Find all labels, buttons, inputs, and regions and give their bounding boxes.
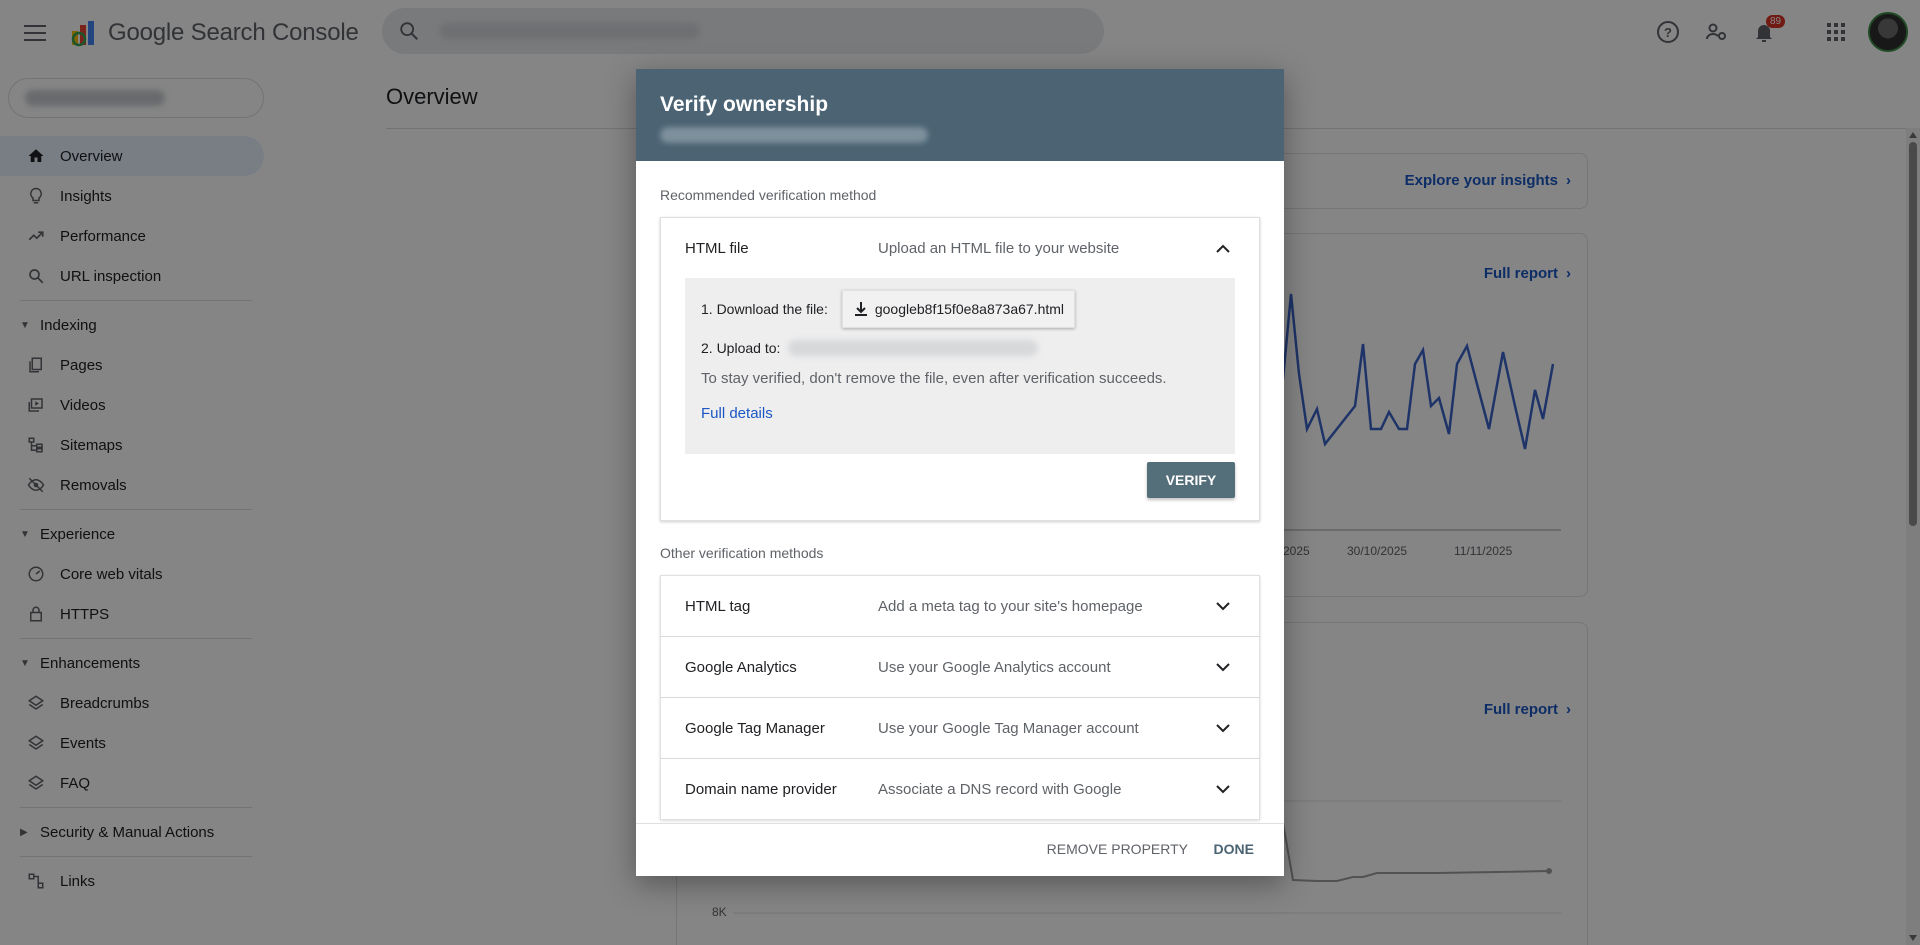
verify-button[interactable]: VERIFY: [1147, 462, 1235, 498]
method-html-tag[interactable]: HTML tag Add a meta tag to your site's h…: [660, 575, 1260, 637]
dialog-title: Verify ownership: [660, 93, 829, 116]
step-label: 2. Upload to:: [701, 340, 781, 356]
full-details-link[interactable]: Full details: [701, 405, 773, 422]
method-header-html-file[interactable]: HTML file Upload an HTML file to your we…: [661, 218, 1259, 278]
dialog-footer: REMOVE PROPERTY DONE: [636, 823, 1284, 876]
method-name: Domain name provider: [685, 780, 837, 798]
method-detail-panel: 1. Download the file: googleb8f15f0e8a87…: [685, 278, 1235, 454]
method-desc: Add a meta tag to your site's homepage: [878, 597, 1143, 615]
other-methods-label: Other verification methods: [660, 545, 824, 561]
download-file-button[interactable]: googleb8f15f0e8a873a67.html: [841, 290, 1076, 328]
recommended-method-card: HTML file Upload an HTML file to your we…: [660, 217, 1260, 521]
step-download: 1. Download the file: googleb8f15f0e8a87…: [701, 290, 1219, 328]
dialog-header: Verify ownership: [636, 69, 1284, 161]
dialog-body: Recommended verification method HTML fil…: [636, 161, 1284, 823]
method-name: Google Tag Manager: [685, 719, 825, 737]
method-google-tag-manager[interactable]: Google Tag Manager Use your Google Tag M…: [660, 698, 1260, 759]
method-google-analytics[interactable]: Google Analytics Use your Google Analyti…: [660, 637, 1260, 698]
remove-property-button[interactable]: REMOVE PROPERTY: [1047, 841, 1188, 857]
step-label: 1. Download the file:: [701, 301, 828, 317]
method-name: Google Analytics: [685, 658, 797, 676]
method-name: HTML tag: [685, 597, 751, 615]
verify-row: VERIFY: [661, 454, 1259, 520]
chevron-down-icon[interactable]: [1213, 657, 1233, 677]
step-upload: 2. Upload to:: [701, 340, 1219, 356]
chevron-down-icon[interactable]: [1213, 718, 1233, 738]
chevron-down-icon[interactable]: [1213, 596, 1233, 616]
chevron-up-icon[interactable]: [1213, 238, 1233, 258]
recommended-label: Recommended verification method: [660, 187, 877, 203]
file-name: googleb8f15f0e8a873a67.html: [874, 301, 1065, 317]
method-name: HTML file: [685, 239, 749, 257]
done-button[interactable]: DONE: [1214, 841, 1254, 857]
method-desc: Use your Google Analytics account: [878, 658, 1111, 676]
stay-verified-text: To stay verified, don't remove the file,…: [701, 370, 1167, 387]
verify-ownership-dialog: Verify ownership Recommended verificatio…: [636, 69, 1284, 876]
upload-url-blurred: [788, 340, 1039, 356]
download-icon: [854, 302, 867, 316]
method-domain-name-provider[interactable]: Domain name provider Associate a DNS rec…: [660, 759, 1260, 820]
method-desc: Upload an HTML file to your website: [878, 239, 1120, 257]
property-url-blurred: [660, 127, 928, 143]
method-desc: Use your Google Tag Manager account: [878, 719, 1139, 737]
method-desc: Associate a DNS record with Google: [878, 780, 1122, 798]
chevron-down-icon[interactable]: [1213, 779, 1233, 799]
